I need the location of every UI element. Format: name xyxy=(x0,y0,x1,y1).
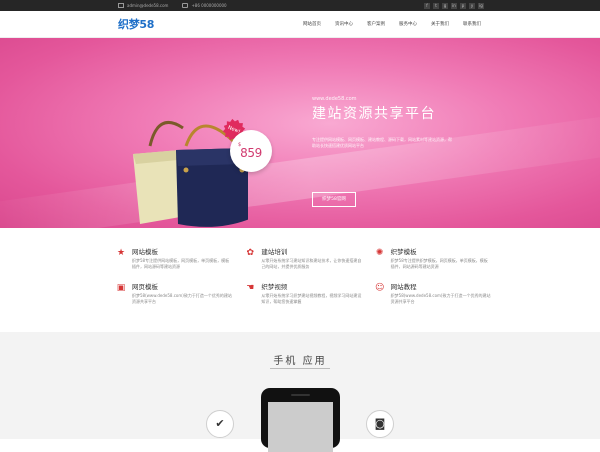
instagram-icon[interactable]: ig xyxy=(478,2,484,9)
social-links: f t g in p y ig xyxy=(424,2,484,9)
google-plus-icon[interactable]: g xyxy=(442,2,448,9)
image-icon: ▣ xyxy=(116,283,126,293)
feature-item[interactable]: ★ 网站模板织梦58专注提供网站模板，网页模板，单页模板，模板插件，网站源码等建… xyxy=(116,248,237,270)
leaf-icon: ✿ xyxy=(246,248,255,258)
phone-mockup xyxy=(261,388,340,452)
heading-divider xyxy=(270,368,330,369)
phone-speaker xyxy=(291,394,310,396)
phone-icon xyxy=(182,3,189,8)
gear-icon: ✺ xyxy=(375,248,384,258)
hero-banner: New! $ 859 www.dede58.com 建站资源共享平台 专注提供网… xyxy=(0,38,600,228)
feature-desc: 织梦58(www.dede58.com)致力于打造一个优秀的建站资源共享平台 xyxy=(132,293,232,304)
section-heading: 手机 应用 xyxy=(273,356,327,367)
main-nav: 织梦58 网站首页 资讯中心 客户案例 服务中心 关于我们 联系我们 xyxy=(0,11,600,38)
youtube-icon[interactable]: y xyxy=(469,2,475,9)
linkedin-icon[interactable]: in xyxy=(451,2,457,9)
hero-text: www.dede58.com 建站资源共享平台 专注提供网站模板、网页模板、建站… xyxy=(312,96,452,149)
hero-url: www.dede58.com xyxy=(312,96,357,102)
pinterest-icon[interactable]: p xyxy=(460,2,466,9)
nav-menu: 网站首页 资讯中心 客户案例 服务中心 关于我们 联系我们 xyxy=(296,11,488,38)
feature-item[interactable]: ✿ 建站培训从零开始系统学习建站知识和建站技术，让你快速搭建自己的网站，并提供优… xyxy=(245,248,366,270)
phone-screen xyxy=(268,402,333,452)
nav-item-contact[interactable]: 联系我们 xyxy=(456,11,488,38)
feature-desc: 从零开始系统学习织梦建站视频教程，视频学习网站建设知识，帮助您快速掌握 xyxy=(261,293,362,304)
feature-title: 建站培训 xyxy=(261,248,288,256)
feature-title: 网站模板 xyxy=(132,248,158,256)
email-contact: admin@dede58.com xyxy=(118,3,168,8)
facebook-icon[interactable]: f xyxy=(424,2,430,9)
mail-icon xyxy=(118,3,124,8)
phone-contact: +86 0000000000 xyxy=(182,3,227,8)
feature-title: 网页模板 xyxy=(132,283,158,291)
smile-icon: ☺ xyxy=(374,283,385,293)
phone-text: +86 0000000000 xyxy=(191,3,227,8)
star-icon: ★ xyxy=(116,248,126,258)
hero-button[interactable]: 织梦58官网 xyxy=(312,192,356,207)
feature-item[interactable]: ✺ 织梦模板织梦58专注提供织梦模板，网页模板，单页模板，模板插件，网站源码等建… xyxy=(375,248,496,270)
feature-desc: 织梦58(www.dede58.com)致力于打造一个优秀的建站资源共享平台 xyxy=(390,293,491,304)
feature-item[interactable]: ☚ 织梦视频从零开始系统学习织梦建站视频教程，视频学习网站建设知识，帮助您快速掌… xyxy=(245,283,366,305)
price-tag: $ 859 xyxy=(230,130,272,172)
nav-item-about[interactable]: 关于我们 xyxy=(424,11,456,38)
price-amount: 859 xyxy=(240,146,262,160)
feature-title: 织梦视频 xyxy=(261,283,288,291)
light-streak xyxy=(0,109,600,228)
feature-item[interactable]: ☺ 网站教程织梦58(www.dede58.com)致力于打造一个优秀的建站资源… xyxy=(375,283,496,305)
hero-title: 建站资源共享平台 xyxy=(312,106,436,122)
site-logo[interactable]: 织梦58 xyxy=(118,16,154,32)
camera-icon[interactable]: ◙ xyxy=(366,410,394,438)
nav-item-services[interactable]: 服务中心 xyxy=(392,11,424,38)
feature-title: 织梦模板 xyxy=(390,248,417,256)
nav-item-cases[interactable]: 客户案例 xyxy=(360,11,392,38)
nav-item-home[interactable]: 网站首页 xyxy=(296,11,328,38)
email-text[interactable]: admin@dede58.com xyxy=(127,3,168,8)
nav-item-news[interactable]: 资讯中心 xyxy=(328,11,360,38)
hand-icon: ☚ xyxy=(246,283,255,293)
feature-desc: 织梦58专注提供织梦模板，网页模板，单页模板，模板插件，网站源码等建站资源 xyxy=(390,258,488,269)
feature-title: 网站教程 xyxy=(390,283,417,291)
features-grid: ★ 网站模板织梦58专注提供网站模板，网页模板，单页模板，模板插件，网站源码等建… xyxy=(116,248,496,305)
feature-desc: 从零开始系统学习建站知识和建站技术，让你快速搭建自己的网站，并提供优质服务 xyxy=(261,258,362,269)
feature-desc: 织梦58专注提供网站模板，网页模板，单页模板，模板插件，网站源码等建站资源 xyxy=(132,258,230,269)
top-bar: admin@dede58.com +86 0000000000 f t g in… xyxy=(0,0,600,11)
twitter-icon[interactable]: t xyxy=(433,2,439,9)
check-icon[interactable]: ✔ xyxy=(206,410,234,438)
hero-description: 专注提供网站模板、网页模板、建站教程、源码下载，网站素材等建站资源，帮助站长快速… xyxy=(312,137,452,148)
feature-item[interactable]: ▣ 网页模板织梦58(www.dede58.com)致力于打造一个优秀的建站资源… xyxy=(116,283,237,305)
